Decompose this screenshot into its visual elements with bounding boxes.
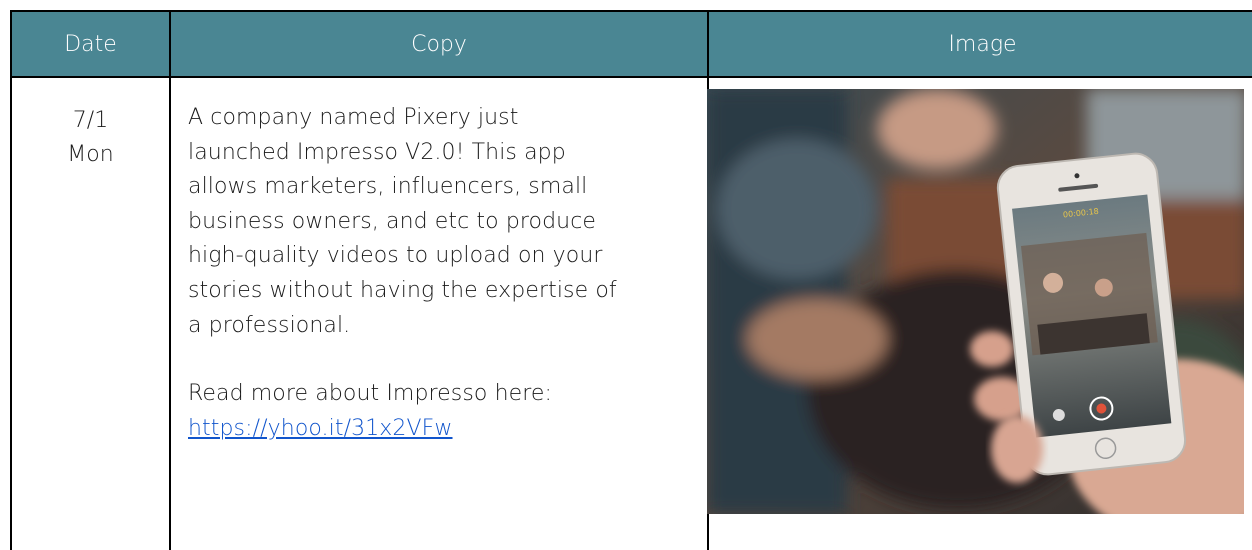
copy-line: a professional. bbox=[188, 312, 351, 338]
read-more-text: Read more about Impresso here: bbox=[188, 381, 553, 407]
date-value: 7/1 bbox=[72, 108, 109, 133]
copy-line: business owners, and etc to produce bbox=[188, 208, 597, 234]
header-image: Image bbox=[948, 31, 1017, 57]
copy-line: launched Impresso V2.0! This app bbox=[188, 139, 566, 165]
header-date: Date bbox=[64, 31, 117, 57]
copy-cell: A company named Pixery just launched Imp… bbox=[171, 78, 707, 446]
day-value: Mon bbox=[67, 142, 114, 167]
copy-line: A company named Pixery just bbox=[188, 105, 519, 130]
copy-line: high-quality videos to upload on your bbox=[188, 243, 603, 269]
header-copy: Copy bbox=[411, 31, 467, 57]
post-image: 00:00:18 bbox=[707, 89, 1244, 514]
article-link[interactable]: https://yhoo.it/31x2VFw bbox=[188, 416, 453, 441]
phone-photo-illustration: 00:00:18 bbox=[707, 89, 1244, 514]
copy-line: allows marketers, influencers, small bbox=[188, 174, 588, 200]
date-cell: 7/1 Mon bbox=[12, 78, 169, 172]
table-header-row: Date Copy Image bbox=[12, 12, 1252, 78]
copy-line: stories without having the expertise of bbox=[188, 277, 617, 303]
